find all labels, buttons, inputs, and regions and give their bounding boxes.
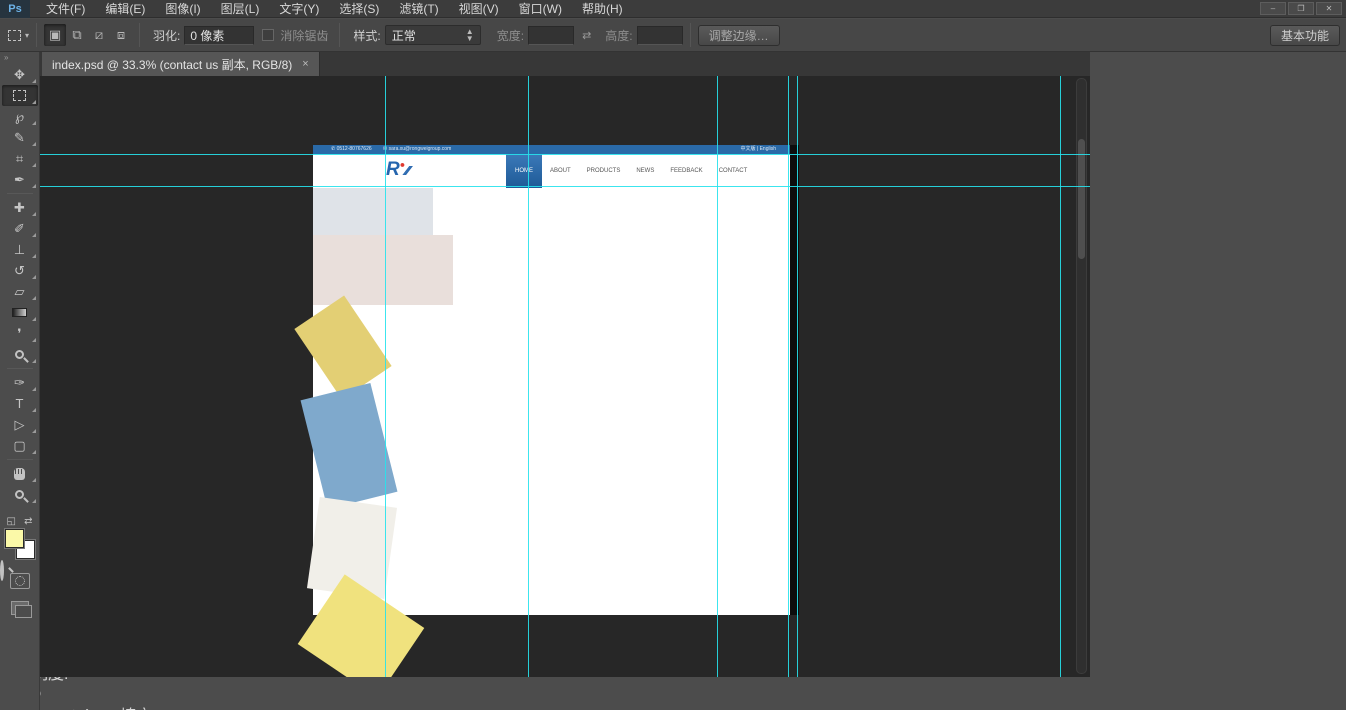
- document-tab[interactable]: index.psd @ 33.3% (contact us 副本, RGB/8)…: [42, 52, 320, 76]
- guide-vertical[interactable]: [788, 76, 789, 677]
- feather-label: 羽化:: [153, 27, 180, 44]
- move-tool[interactable]: ✥: [2, 64, 38, 85]
- zoom-tool[interactable]: [2, 484, 38, 505]
- quick-selection-tool[interactable]: ✎: [2, 127, 38, 148]
- style-select[interactable]: 正常 ▲▼: [385, 25, 481, 45]
- close-button[interactable]: ✕: [1316, 2, 1342, 15]
- pen-tool[interactable]: ✑: [2, 372, 38, 393]
- style-label: 样式:: [353, 27, 380, 44]
- foreground-color-swatch[interactable]: [5, 529, 24, 548]
- history-brush-tool[interactable]: ↺: [2, 260, 38, 281]
- path-selection-tool[interactable]: ▷: [2, 414, 38, 435]
- marquee-tool-icon: [8, 30, 21, 41]
- dodge-tool[interactable]: [2, 344, 38, 365]
- photoshop-logo: Ps: [0, 0, 30, 18]
- clone-stamp-tool[interactable]: ⊥: [2, 239, 38, 260]
- menu-item-5[interactable]: 选择(S): [329, 0, 389, 17]
- site-nav-news: NEWS: [628, 154, 662, 188]
- hand-tool[interactable]: [2, 463, 38, 484]
- menu-item-7[interactable]: 视图(V): [449, 0, 509, 17]
- tools-panel: » ✥ ℘✎⌗✒ ✚✐⊥↺▱ ❜ ✑T▷▢ ◱⇄: [0, 52, 40, 710]
- swap-dimensions-icon[interactable]: ⇄: [582, 29, 591, 42]
- brush-tool[interactable]: ✐: [2, 218, 38, 239]
- color-swatches: [5, 529, 35, 559]
- screen-mode-button[interactable]: [11, 601, 29, 615]
- divider: [36, 23, 37, 47]
- menu-item-2[interactable]: 图像(I): [155, 0, 210, 17]
- divider: [7, 193, 33, 194]
- close-tab-icon[interactable]: ×: [302, 58, 308, 70]
- guide-horizontal[interactable]: [40, 154, 1090, 155]
- title-bar: Ps 文件(F)编辑(E)图像(I)图层(L)文字(Y)选择(S)滤镜(T)视图…: [0, 0, 1346, 18]
- divider: [139, 23, 140, 47]
- lasso-tool[interactable]: ℘: [2, 106, 38, 127]
- workspace-switcher-button[interactable]: 基本功能: [1270, 25, 1340, 46]
- guide-horizontal[interactable]: [40, 186, 1090, 187]
- menu-item-3[interactable]: 图层(L): [211, 0, 270, 17]
- blur-tool[interactable]: ❜: [2, 323, 38, 344]
- guide-vertical[interactable]: [1060, 76, 1061, 677]
- canvas-viewport[interactable]: ✆ 0512-80767626 ✉ sara.xu@rongweigroup.c…: [40, 76, 1090, 677]
- eyedropper-tool[interactable]: ✒: [2, 169, 38, 190]
- menu-item-0[interactable]: 文件(F): [36, 0, 95, 17]
- spot-healing-brush-tool[interactable]: ✚: [2, 197, 38, 218]
- site-language-switch: 中文版 | English: [741, 145, 776, 154]
- width-input[interactable]: [528, 26, 574, 45]
- height-input[interactable]: [637, 26, 683, 45]
- guide-vertical[interactable]: [717, 76, 718, 677]
- menubar: 文件(F)编辑(E)图像(I)图层(L)文字(Y)选择(S)滤镜(T)视图(V)…: [36, 0, 633, 18]
- chevron-down-icon: ▾: [25, 31, 29, 40]
- menu-item-6[interactable]: 滤镜(T): [389, 0, 448, 17]
- menu-item-8[interactable]: 窗口(W): [509, 0, 572, 17]
- minimize-button[interactable]: –: [1260, 2, 1286, 15]
- site-logo: R●⁄⁄⁄: [386, 159, 409, 181]
- window-controls: –❐✕: [1260, 2, 1346, 15]
- guide-vertical[interactable]: [797, 76, 798, 677]
- width-label: 宽度:: [497, 27, 524, 44]
- site-nav-products: PRODUCTS: [579, 154, 629, 188]
- selection-mode-group: ▣⧉⧄⧈: [44, 24, 132, 46]
- site-nav-feedback: FEEDBACK: [662, 154, 710, 188]
- eraser-tool[interactable]: ▱: [2, 281, 38, 302]
- tool-preset-picker[interactable]: ▾: [8, 30, 29, 41]
- gradient-tool[interactable]: [2, 302, 38, 323]
- photoshop-window: Ps 文件(F)编辑(E)图像(I)图层(L)文字(Y)选择(S)滤镜(T)视图…: [0, 0, 1346, 710]
- site-nav-home: HOME: [506, 154, 542, 188]
- feather-input[interactable]: 0 像素: [184, 26, 254, 45]
- opacity-input[interactable]: 100%: [0, 684, 1346, 702]
- add-to-selection[interactable]: ⧉: [66, 24, 88, 46]
- swap-colors-icon[interactable]: ◱⇄: [7, 515, 33, 527]
- canvas-scrollbar[interactable]: [1076, 78, 1087, 674]
- document-tab-bar: index.psd @ 33.3% (contact us 副本, RGB/8)…: [40, 52, 1090, 76]
- tool-column: ✥ ℘✎⌗✒ ✚✐⊥↺▱ ❜ ✑T▷▢: [2, 64, 38, 505]
- banner-blur: [313, 235, 453, 305]
- divider: [7, 368, 33, 369]
- site-nav-about: ABOUT: [542, 154, 579, 188]
- collapse-tools-icon[interactable]: »: [0, 52, 39, 64]
- restore-button[interactable]: ❐: [1288, 2, 1314, 15]
- divider: [339, 23, 340, 47]
- search-icon: [0, 560, 4, 581]
- rectangular-marquee-tool[interactable]: [2, 85, 38, 106]
- quick-mask-button[interactable]: [10, 573, 30, 589]
- rounded-rectangle-tool[interactable]: ▢: [2, 435, 38, 456]
- subtract-from-selection[interactable]: ⧄: [88, 24, 110, 46]
- new-selection[interactable]: ▣: [44, 24, 66, 46]
- divider: [7, 459, 33, 460]
- updown-arrows-icon: ▲▼: [466, 28, 474, 42]
- divider: [690, 23, 691, 47]
- refine-edge-button[interactable]: 调整边缘…: [698, 25, 780, 46]
- guide-vertical[interactable]: [385, 76, 386, 677]
- crop-tool[interactable]: ⌗: [2, 148, 38, 169]
- tool-options-bar: ▾ ▣⧉⧄⧈ 羽化: 0 像素 消除锯齿 样式: 正常 ▲▼ 宽度: ⇄ 高度:…: [0, 19, 1346, 52]
- type-tool[interactable]: T: [2, 393, 38, 414]
- menu-item-9[interactable]: 帮助(H): [572, 0, 633, 17]
- menu-item-1[interactable]: 编辑(E): [95, 0, 155, 17]
- height-label: 高度:: [605, 27, 632, 44]
- guide-vertical[interactable]: [528, 76, 529, 677]
- intersect-selection[interactable]: ⧈: [110, 24, 132, 46]
- menu-item-4[interactable]: 文字(Y): [269, 0, 329, 17]
- antialias-label: 消除锯齿: [280, 27, 328, 44]
- antialias-checkbox[interactable]: [262, 29, 274, 41]
